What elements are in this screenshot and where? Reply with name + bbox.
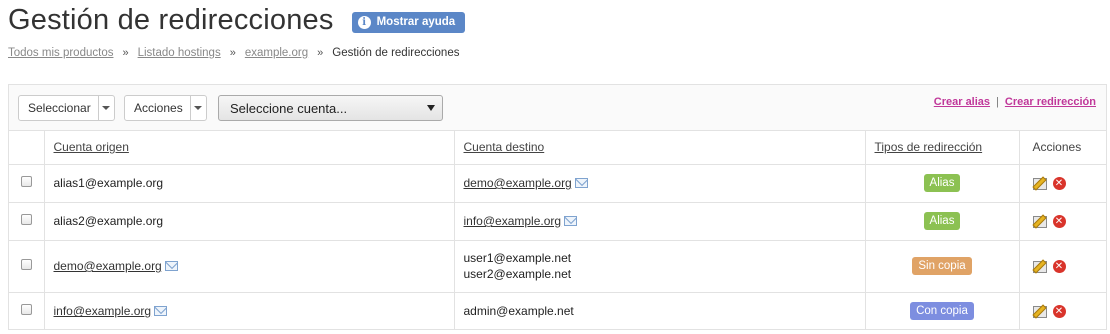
- header-destination: Cuenta destino: [454, 131, 866, 165]
- select-dropdown-button[interactable]: Seleccionar: [18, 95, 115, 121]
- edit-icon[interactable]: [1032, 305, 1047, 318]
- breadcrumb-link-domain[interactable]: example.org: [245, 47, 308, 59]
- envelope-icon[interactable]: [574, 177, 588, 188]
- type-cell: Con copia: [865, 292, 1020, 330]
- sort-source-link[interactable]: Cuenta origen: [54, 140, 129, 154]
- row-checkbox[interactable]: [20, 304, 32, 316]
- page-title: Gestión de redirecciones: [8, 3, 334, 36]
- source-account-link[interactable]: demo@example.org: [54, 259, 162, 273]
- create-redirect-link[interactable]: Crear redirección: [1005, 96, 1096, 108]
- row-checkbox-cell: [9, 164, 45, 203]
- account-select-value: Seleccione cuenta...: [230, 100, 348, 116]
- destination-cell: demo@example.org: [454, 164, 866, 203]
- type-cell: Alias: [865, 164, 1020, 203]
- row-checkbox[interactable]: [20, 214, 32, 225]
- show-help-button[interactable]: i Mostrar ayuda: [351, 11, 466, 33]
- actions-cell: ✕: [1019, 292, 1106, 330]
- sort-type-link[interactable]: Tipos de redirección: [875, 140, 983, 154]
- table-header-row: Cuenta origen Cuenta destino Tipos de re…: [9, 131, 1106, 165]
- chevron-down-icon: [189, 96, 206, 120]
- breadcrumb-link-products[interactable]: Todos mis productos: [8, 47, 113, 59]
- chevron-down-icon: [97, 96, 114, 120]
- header-actions: Acciones: [1019, 131, 1106, 165]
- toolbar: Seleccionar Acciones Seleccione cuenta..…: [9, 85, 1106, 131]
- source-cell: demo@example.org: [44, 240, 455, 293]
- destination-account-link[interactable]: info@example.org: [464, 214, 562, 228]
- actions-cell: ✕: [1019, 240, 1106, 293]
- destination-cell: user1@example.net user2@example.net: [454, 240, 866, 293]
- source-account: alias1@example.org: [53, 176, 164, 190]
- actions-dropdown-label: Acciones: [134, 101, 183, 115]
- table-row: info@example.org admin@example.net Con cop…: [9, 292, 1106, 330]
- breadcrumb-separator: »: [317, 47, 324, 59]
- type-cell: Alias: [865, 202, 1020, 241]
- redirections-table: Cuenta origen Cuenta destino Tipos de re…: [9, 131, 1106, 330]
- destination-account-link[interactable]: demo@example.org: [464, 176, 572, 190]
- link-separator: |: [996, 96, 999, 108]
- table-row: demo@example.org user1@example.net user2@e…: [9, 240, 1106, 293]
- destination-cell: admin@example.net: [454, 292, 866, 330]
- actions-cell: ✕: [1019, 164, 1106, 203]
- redirect-type-badge: Alias: [923, 212, 961, 230]
- header-type: Tipos de redirección: [865, 131, 1020, 165]
- edit-icon[interactable]: [1032, 215, 1047, 228]
- page-header: Gestión de redirecciones i Mostrar ayuda: [8, 0, 466, 40]
- delete-icon[interactable]: ✕: [1052, 177, 1066, 191]
- actions-dropdown-button[interactable]: Acciones: [124, 95, 207, 121]
- delete-icon[interactable]: ✕: [1052, 215, 1066, 229]
- header-checkbox-cell: [9, 131, 45, 165]
- redirect-type-badge: Con copia: [910, 302, 974, 321]
- breadcrumb: Todos mis productos » Listado hostings »…: [8, 47, 459, 59]
- select-dropdown-label: Seleccionar: [28, 101, 91, 115]
- breadcrumb-separator: »: [122, 47, 129, 59]
- account-select[interactable]: Seleccione cuenta...: [218, 95, 443, 121]
- edit-icon[interactable]: [1032, 260, 1047, 273]
- row-checkbox[interactable]: [20, 259, 32, 270]
- edit-icon[interactable]: [1032, 177, 1047, 190]
- type-cell: Sin copia: [865, 240, 1020, 293]
- breadcrumb-current: Gestión de redirecciones: [332, 47, 460, 59]
- destination-account: user2@example.net: [463, 267, 572, 281]
- destination-account: user1@example.net: [463, 251, 572, 265]
- source-cell: info@example.org: [44, 292, 455, 330]
- show-help-label: Mostrar ayuda: [376, 16, 456, 28]
- envelope-icon[interactable]: [564, 215, 578, 226]
- row-checkbox-cell: [9, 292, 45, 330]
- source-account: alias2@example.org: [53, 214, 164, 228]
- row-checkbox-cell: [9, 202, 45, 241]
- row-checkbox[interactable]: [20, 176, 32, 187]
- destination-cell: info@example.org: [454, 202, 866, 241]
- info-icon: i: [357, 15, 371, 29]
- breadcrumb-link-hostings[interactable]: Listado hostings: [138, 47, 221, 59]
- source-account-link[interactable]: info@example.org: [54, 304, 152, 318]
- destination-account: admin@example.net: [463, 304, 574, 319]
- table-row: alias1@example.org demo@example.org Alias ✕: [9, 164, 1106, 203]
- actions-cell: ✕: [1019, 202, 1106, 241]
- toolbar-links: Crear alias | Crear redirección: [934, 96, 1096, 108]
- source-cell: alias2@example.org: [44, 202, 455, 241]
- dropdown-arrow-icon: [427, 105, 435, 111]
- delete-icon[interactable]: ✕: [1052, 305, 1066, 319]
- breadcrumb-separator: »: [229, 47, 236, 59]
- redirections-panel: Seleccionar Acciones Seleccione cuenta..…: [8, 84, 1107, 330]
- source-cell: alias1@example.org: [44, 164, 455, 203]
- table-row: alias2@example.org info@example.org Alias ✕: [9, 202, 1106, 241]
- header-source: Cuenta origen: [44, 131, 455, 165]
- redirect-type-badge: Alias: [923, 174, 961, 192]
- envelope-icon[interactable]: [154, 306, 168, 317]
- redirect-type-badge: Sin copia: [912, 257, 972, 275]
- create-alias-link[interactable]: Crear alias: [934, 96, 990, 108]
- delete-icon[interactable]: ✕: [1052, 260, 1066, 274]
- row-checkbox-cell: [9, 240, 45, 293]
- envelope-icon[interactable]: [164, 260, 178, 271]
- sort-destination-link[interactable]: Cuenta destino: [464, 140, 545, 154]
